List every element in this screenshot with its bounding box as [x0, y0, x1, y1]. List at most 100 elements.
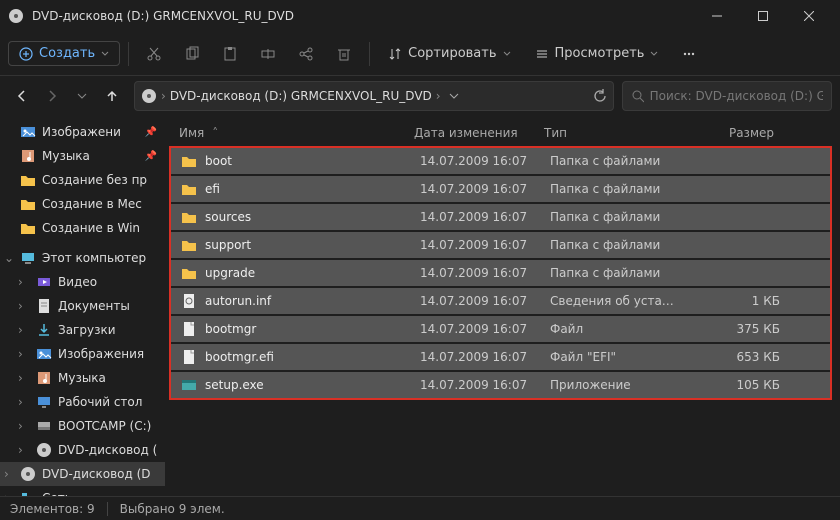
sidebar-item-pc[interactable]: ⌄Этот компьютер	[0, 246, 165, 270]
chevron-down-icon	[503, 50, 511, 58]
file-name: bootmgr	[205, 322, 420, 336]
file-size: 375 КБ	[680, 322, 780, 336]
file-row[interactable]: efi 14.07.2009 16:07 Папка с файлами	[171, 176, 830, 202]
titlebar: DVD-дисковод (D:) GRMCENXVOL_RU_DVD	[0, 0, 840, 32]
status-count: Элементов: 9	[10, 502, 95, 516]
file-type: Папка с файлами	[550, 238, 680, 252]
chevron-right-icon: ›	[18, 395, 23, 409]
file-row[interactable]: upgrade 14.07.2009 16:07 Папка с файлами	[171, 260, 830, 286]
sidebar-item[interactable]: ›Документы	[0, 294, 165, 318]
col-date[interactable]: Дата изменения	[414, 126, 544, 140]
file-date: 14.07.2009 16:07	[420, 266, 550, 280]
file-row[interactable]: bootmgr.efi 14.07.2009 16:07 Файл "EFI" …	[171, 344, 830, 370]
more-button[interactable]	[672, 37, 706, 71]
col-size[interactable]: Размер	[674, 126, 774, 140]
share-button[interactable]	[289, 37, 323, 71]
sidebar-item[interactable]: ›Музыка	[0, 366, 165, 390]
create-button[interactable]: Создать	[8, 41, 120, 66]
sidebar-item[interactable]: Создание в Мес	[0, 192, 165, 216]
folder-icon	[181, 153, 197, 169]
sidebar-item[interactable]: Музыка📌	[0, 144, 165, 168]
file-row[interactable]: bootmgr 14.07.2009 16:07 Файл 375 КБ	[171, 316, 830, 342]
copy-button[interactable]	[175, 37, 209, 71]
video-icon	[36, 274, 52, 290]
cut-button[interactable]	[137, 37, 171, 71]
breadcrumb-dropdown[interactable]	[445, 91, 463, 101]
address-bar: › DVD-дисковод (D:) GRMCENXVOL_RU_DVD ›	[0, 76, 840, 116]
search-box[interactable]	[622, 81, 832, 111]
pin-icon: 📌	[145, 127, 157, 138]
sidebar-item[interactable]: ›DVD-дисковод (	[0, 438, 165, 462]
sidebar-item[interactable]: ›Видео	[0, 270, 165, 294]
refresh-button[interactable]	[593, 89, 607, 103]
search-icon	[631, 89, 644, 103]
chevron-down-icon	[101, 50, 109, 58]
create-label: Создать	[39, 46, 95, 61]
folder-icon	[20, 172, 36, 188]
file-icon	[181, 349, 197, 365]
sidebar-item[interactable]: ›Загрузки	[0, 318, 165, 342]
file-row[interactable]: setup.exe 14.07.2009 16:07 Приложение 10…	[171, 372, 830, 398]
desktop-icon	[36, 394, 52, 410]
chevron-right-icon: ›	[18, 299, 23, 313]
sidebar-item-dvd[interactable]: ›DVD-дисковод (D	[0, 462, 165, 486]
file-name: efi	[205, 182, 420, 196]
delete-button[interactable]	[327, 37, 361, 71]
chevron-right-icon: ›	[18, 275, 23, 289]
doc-icon	[36, 298, 52, 314]
chevron-down-icon	[650, 50, 658, 58]
sidebar-item[interactable]: Создание в Win	[0, 216, 165, 240]
breadcrumb[interactable]: › DVD-дисковод (D:) GRMCENXVOL_RU_DVD ›	[134, 81, 614, 111]
close-button[interactable]	[786, 0, 832, 32]
breadcrumb-seg[interactable]: DVD-дисковод (D:) GRMCENXVOL_RU_DVD	[170, 89, 432, 103]
music-icon	[20, 148, 36, 164]
file-row[interactable]: support 14.07.2009 16:07 Папка с файлами	[171, 232, 830, 258]
file-type: Папка с файлами	[550, 266, 680, 280]
plus-circle-icon	[19, 47, 33, 61]
back-button[interactable]	[8, 82, 36, 110]
file-date: 14.07.2009 16:07	[420, 378, 550, 392]
up-button[interactable]	[98, 82, 126, 110]
sidebar-item[interactable]: Изображени📌	[0, 120, 165, 144]
file-list: boot 14.07.2009 16:07 Папка с файлами ef…	[169, 146, 832, 400]
minimize-button[interactable]	[694, 0, 740, 32]
file-date: 14.07.2009 16:07	[420, 154, 550, 168]
chevron-right-icon: ›	[4, 467, 9, 481]
view-button[interactable]: Просмотреть	[525, 40, 669, 67]
disk-icon	[36, 418, 52, 434]
chevron-right-icon: ›	[18, 419, 23, 433]
chevron-down-icon: ⌄	[4, 251, 14, 265]
sort-button[interactable]: Сортировать	[378, 40, 520, 67]
recent-button[interactable]	[68, 82, 96, 110]
file-type: Приложение	[550, 378, 680, 392]
view-label: Просмотреть	[555, 46, 645, 61]
chevron-right-icon: ›	[18, 443, 23, 457]
sidebar-item[interactable]: ›BOOTCAMP (C:)	[0, 414, 165, 438]
col-type[interactable]: Тип	[544, 126, 674, 140]
rename-button[interactable]	[251, 37, 285, 71]
file-row[interactable]: autorun.inf 14.07.2009 16:07 Сведения об…	[171, 288, 830, 314]
status-bar: Элементов: 9 Выбрано 9 элем.	[0, 496, 840, 520]
chevron-right-icon: ›	[161, 89, 166, 103]
copy-icon	[184, 46, 200, 62]
file-row[interactable]: sources 14.07.2009 16:07 Папка с файлами	[171, 204, 830, 230]
forward-button[interactable]	[38, 82, 66, 110]
file-type: Папка с файлами	[550, 210, 680, 224]
paste-button[interactable]	[213, 37, 247, 71]
search-input[interactable]	[650, 89, 823, 103]
sidebar-item-network[interactable]: ›Сеть	[0, 486, 165, 496]
file-size: 653 КБ	[680, 350, 780, 364]
file-row[interactable]: boot 14.07.2009 16:07 Папка с файлами	[171, 148, 830, 174]
col-name[interactable]: Имя ˄	[179, 126, 414, 140]
scissors-icon	[146, 46, 162, 62]
sidebar-item[interactable]: Создание без пр	[0, 168, 165, 192]
file-date: 14.07.2009 16:07	[420, 210, 550, 224]
maximize-button[interactable]	[740, 0, 786, 32]
rename-icon	[260, 46, 276, 62]
file-name: bootmgr.efi	[205, 350, 420, 364]
chevron-right-icon: ›	[18, 347, 23, 361]
chevron-right-icon: ›	[436, 89, 441, 103]
sidebar-item[interactable]: ›Рабочий стол	[0, 390, 165, 414]
sidebar: Изображени📌Музыка📌Создание без прСоздани…	[0, 116, 165, 496]
sidebar-item[interactable]: ›Изображения	[0, 342, 165, 366]
